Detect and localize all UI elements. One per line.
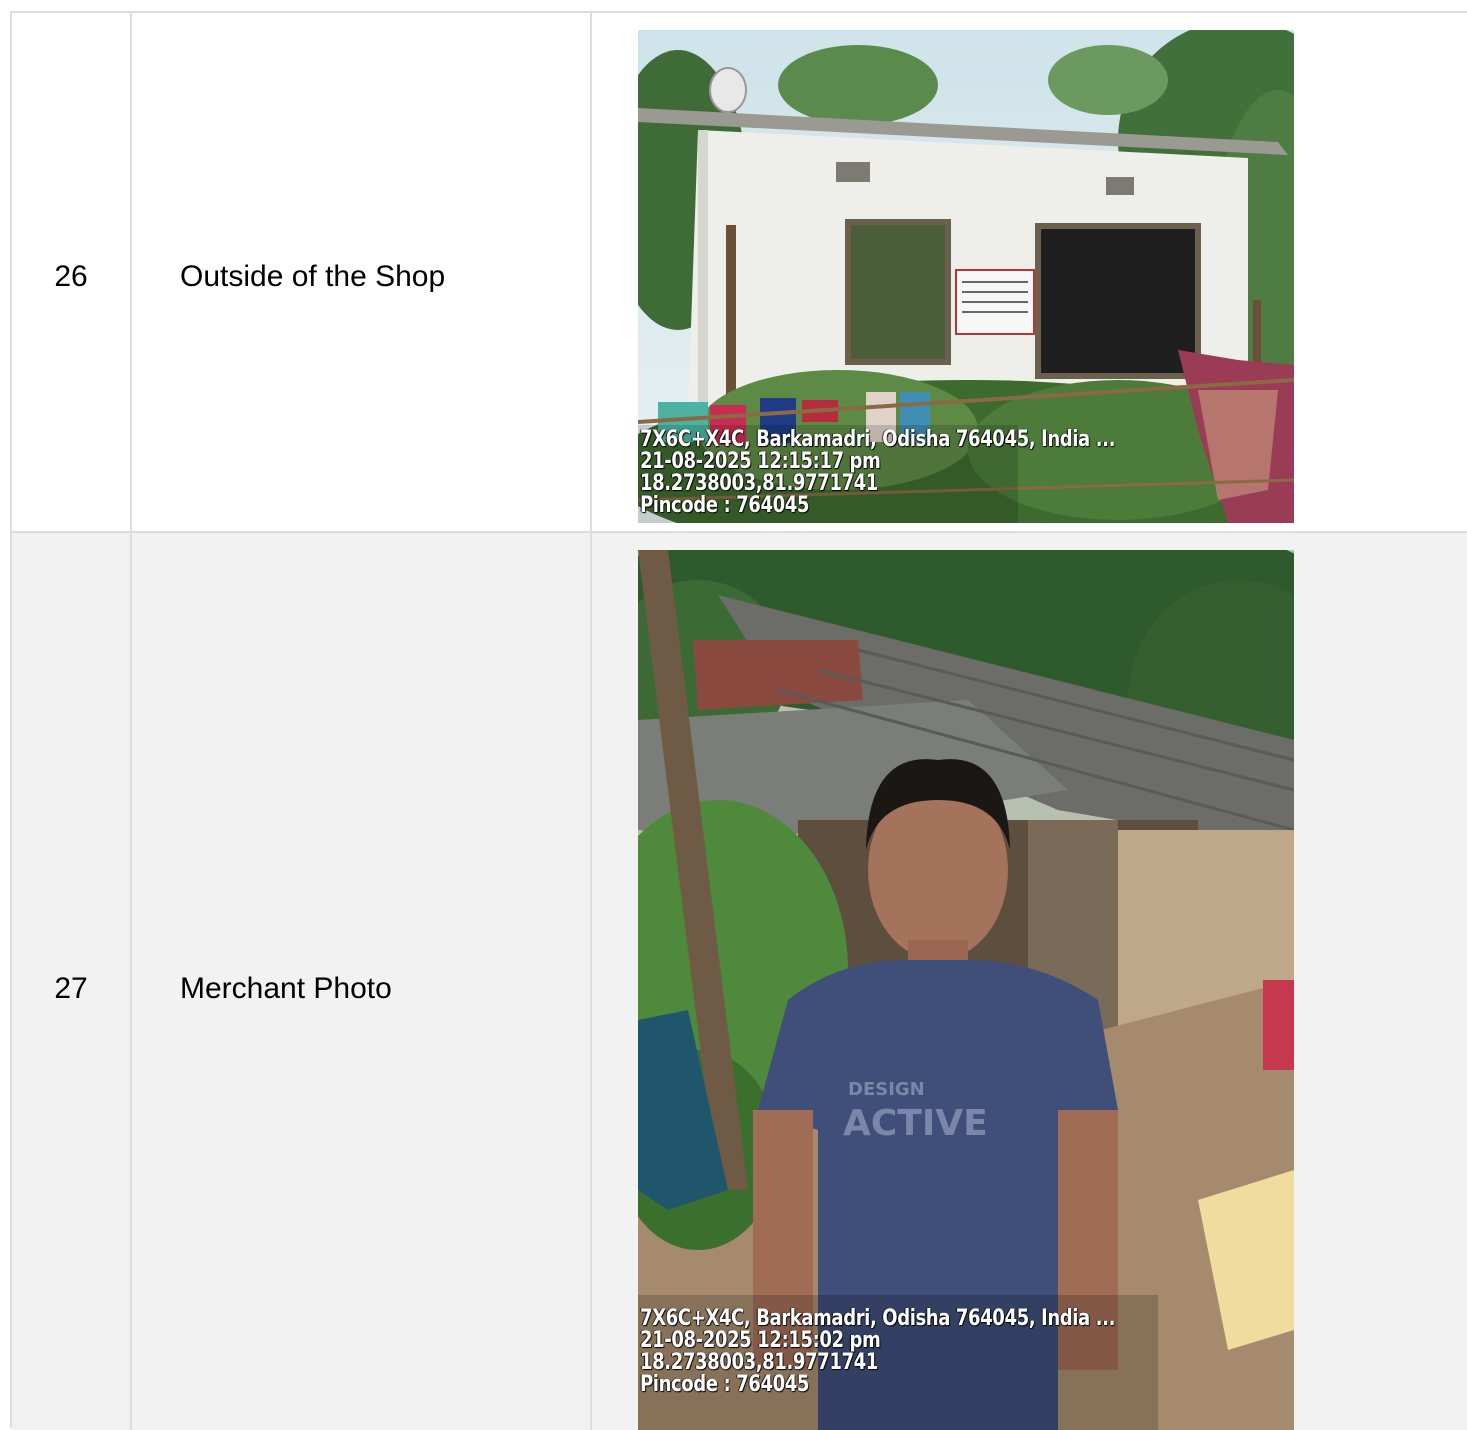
- stamp-datetime: 21-08-2025 12:15:02 pm: [640, 1328, 881, 1353]
- row-label-cell: Merchant Photo: [132, 533, 592, 1430]
- stamp-pincode: Pincode : 764045: [640, 493, 810, 518]
- stamp-coords: 18.2738003,81.9771741: [640, 1350, 878, 1375]
- table-row: 27 Merchant Photo DESIGN ACTIVE 7X6C+X4C…: [12, 533, 1467, 1430]
- stamp-datetime: 21-08-2025 12:15:17 pm: [640, 449, 881, 474]
- stamp-coords: 18.2738003,81.9771741: [640, 471, 878, 496]
- row-number: 26: [54, 260, 88, 293]
- row-label: Merchant Photo: [180, 972, 392, 1005]
- table-row: 26 Outside of the Shop 7X6C+X4C, Barkama…: [12, 13, 1467, 533]
- shirt-print-active: ACTIVE: [843, 1103, 988, 1144]
- row-label-cell: Outside of the Shop: [132, 13, 592, 531]
- stamp-address: 7X6C+X4C, Barkamadri, Odisha 764045, Ind…: [640, 1306, 1116, 1331]
- document-table: 26 Outside of the Shop 7X6C+X4C, Barkama…: [10, 11, 1467, 1430]
- stamp-address: 7X6C+X4C, Barkamadri, Odisha 764045, Ind…: [640, 427, 1116, 452]
- stamp-pincode: Pincode : 764045: [640, 1372, 810, 1397]
- row-photo-cell: DESIGN ACTIVE 7X6C+X4C, Barkamadri, Odis…: [592, 533, 1467, 1430]
- row-label: Outside of the Shop: [180, 260, 446, 293]
- row-photo-cell: 7X6C+X4C, Barkamadri, Odisha 764045, Ind…: [592, 13, 1467, 531]
- merchant-photo-illustration: DESIGN ACTIVE: [638, 550, 1294, 1430]
- row-number-cell: 27: [12, 533, 132, 1430]
- photo-geotag-stamp: 7X6C+X4C, Barkamadri, Odisha 764045, Ind…: [640, 429, 1115, 517]
- merchant-portrait-photo: DESIGN ACTIVE 7X6C+X4C, Barkamadri, Odis…: [638, 550, 1294, 1430]
- photo-geotag-stamp: 7X6C+X4C, Barkamadri, Odisha 764045, Ind…: [640, 1308, 1115, 1396]
- row-number: 27: [54, 972, 88, 1005]
- shirt-print-design: DESIGN: [848, 1079, 925, 1100]
- shop-building-photo: 7X6C+X4C, Barkamadri, Odisha 764045, Ind…: [638, 30, 1294, 523]
- row-number-cell: 26: [12, 13, 132, 531]
